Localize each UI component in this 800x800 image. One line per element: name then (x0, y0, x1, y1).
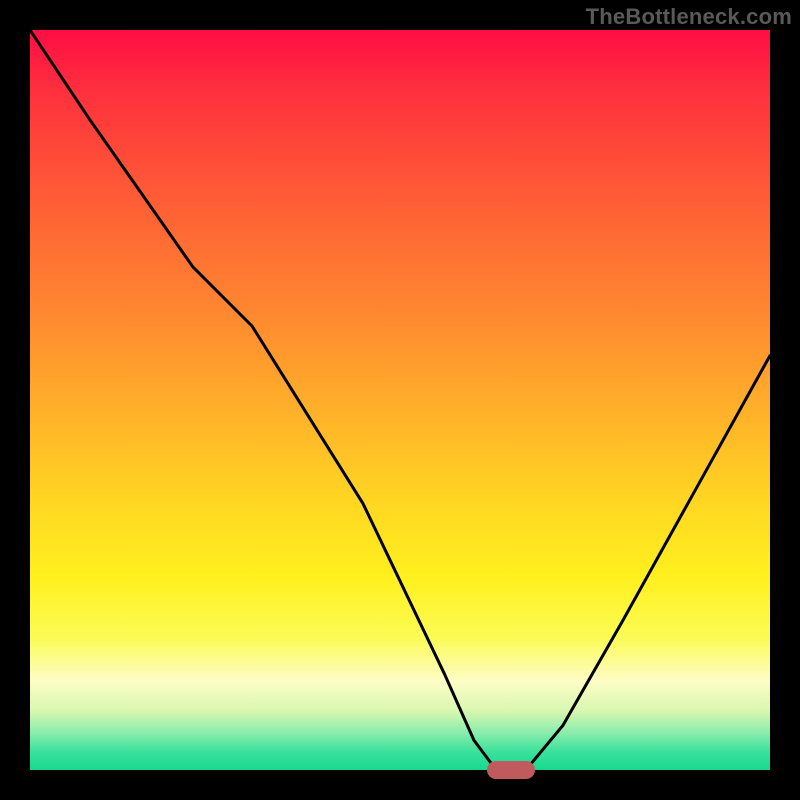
curve-path (30, 30, 770, 770)
attribution-text: TheBottleneck.com (586, 4, 792, 30)
chart-plot-area (30, 30, 770, 770)
bottleneck-curve (30, 30, 770, 770)
optimal-marker (487, 761, 535, 779)
chart-frame: TheBottleneck.com (0, 0, 800, 800)
